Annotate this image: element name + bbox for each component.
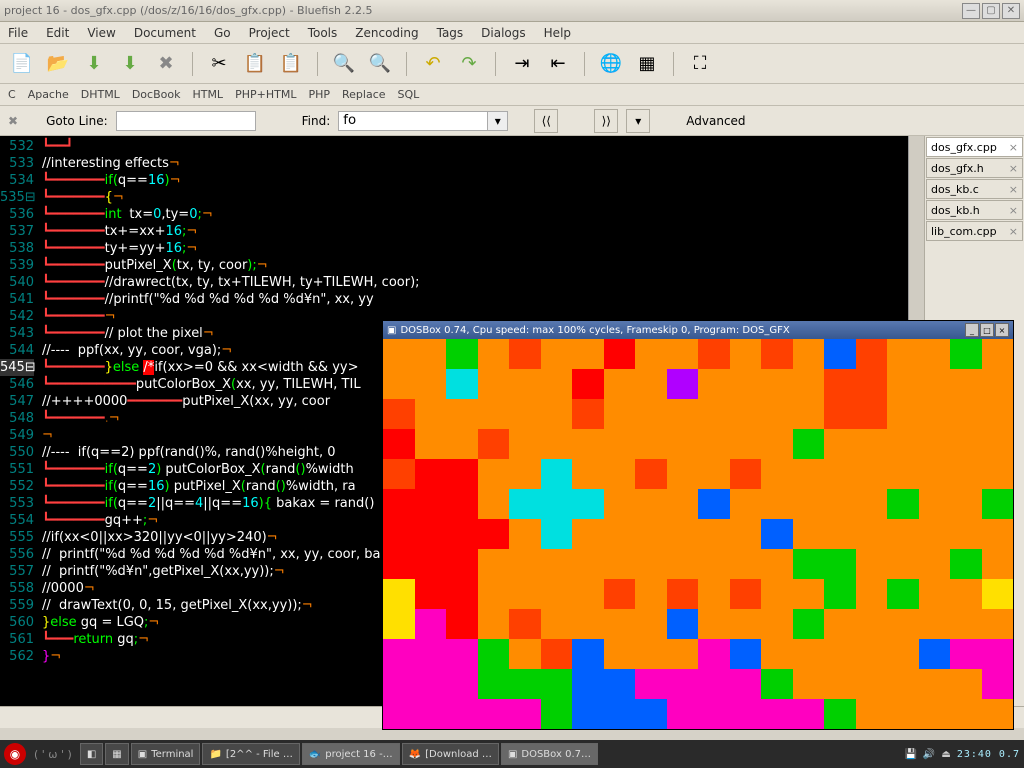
- close-tab-icon[interactable]: ×: [1009, 204, 1018, 217]
- copy-icon[interactable]: 📋: [241, 50, 269, 78]
- redo-icon[interactable]: ↷: [455, 50, 483, 78]
- language-bar: C Apache DHTML DocBook HTML PHP+HTML PHP…: [0, 84, 1024, 106]
- separator: [406, 52, 407, 76]
- globe-icon[interactable]: 🌐: [597, 50, 625, 78]
- undo-icon[interactable]: ↶: [419, 50, 447, 78]
- fullscreen-icon[interactable]: ⛶: [686, 50, 714, 78]
- face-text: ( ' ω ' ): [28, 748, 78, 761]
- lang-dhtml[interactable]: DHTML: [81, 88, 120, 101]
- tray-icon[interactable]: ◧: [80, 743, 103, 765]
- line-gutter: 532533534535⊟536537538539540541542543544…: [0, 136, 38, 706]
- separator: [673, 52, 674, 76]
- menu-dialogs[interactable]: Dialogs: [481, 26, 525, 40]
- clock: 23:40 0.7: [957, 749, 1020, 760]
- lang-php[interactable]: PHP: [308, 88, 330, 101]
- dosbox-window[interactable]: ▣ DOSBox 0.74, Cpu speed: max 100% cycle…: [382, 320, 1014, 730]
- find-dropdown-button[interactable]: ▾: [626, 109, 650, 133]
- close-findbar-icon[interactable]: ✖: [8, 114, 18, 128]
- new-file-icon[interactable]: 📄: [8, 50, 36, 78]
- start-button[interactable]: ◉: [4, 743, 26, 765]
- dosbox-titlebar[interactable]: ▣ DOSBox 0.74, Cpu speed: max 100% cycle…: [383, 321, 1013, 339]
- paste-icon[interactable]: 📋: [277, 50, 305, 78]
- lang-docbook[interactable]: DocBook: [132, 88, 181, 101]
- dosbox-icon: ▣: [387, 325, 396, 336]
- indent-icon[interactable]: ⇥: [508, 50, 536, 78]
- lang-replace[interactable]: Replace: [342, 88, 386, 101]
- task-file[interactable]: 📁 [2^^ - File …: [202, 743, 299, 765]
- dosbox-canvas: [383, 339, 1013, 729]
- goto-label: Goto Line:: [46, 114, 108, 128]
- dosbox-maximize[interactable]: □: [980, 323, 994, 337]
- cut-icon[interactable]: ✂: [205, 50, 233, 78]
- dosbox-title: DOSBox 0.74, Cpu speed: max 100% cycles,…: [400, 325, 965, 336]
- maximize-button[interactable]: ▢: [982, 3, 1000, 19]
- menu-file[interactable]: File: [8, 26, 28, 40]
- lang-phphtml[interactable]: PHP+HTML: [235, 88, 296, 101]
- find-next-button[interactable]: ⟩⟩: [594, 109, 618, 133]
- find-bar: ✖ Goto Line: Find: ▾ ⟨⟨ ⟩⟩ ▾ Advanced: [0, 106, 1024, 136]
- file-tab[interactable]: dos_gfx.cpp×: [926, 137, 1023, 157]
- find-label: Find:: [302, 114, 331, 128]
- close-tab-icon[interactable]: ×: [1009, 183, 1018, 196]
- menubar: File Edit View Document Go Project Tools…: [0, 22, 1024, 44]
- preview-icon[interactable]: ▦: [633, 50, 661, 78]
- separator: [495, 52, 496, 76]
- dosbox-close[interactable]: ×: [995, 323, 1009, 337]
- tray-icon[interactable]: 💾: [904, 749, 916, 760]
- file-tab[interactable]: dos_kb.h×: [926, 200, 1023, 220]
- lang-html[interactable]: HTML: [192, 88, 223, 101]
- lang-sql[interactable]: SQL: [398, 88, 420, 101]
- window-title: project 16 - dos_gfx.cpp (/dos/z/16/16/d…: [4, 4, 962, 17]
- find-dropdown-icon[interactable]: ▾: [488, 111, 508, 131]
- separator: [584, 52, 585, 76]
- task-dosbox[interactable]: ▣ DOSBox 0.7…: [501, 743, 598, 765]
- separator: [317, 52, 318, 76]
- file-tab[interactable]: dos_kb.c×: [926, 179, 1023, 199]
- toolbar: 📄 📂 ⬇ ⬇ ✖ ✂ 📋 📋 🔍 🔍 ↶ ↷ ⇥ ⇤ 🌐 ▦ ⛶: [0, 44, 1024, 84]
- system-tray: 💾 🔊 ⏏ 23:40 0.7: [904, 749, 1020, 760]
- file-tab[interactable]: dos_gfx.h×: [926, 158, 1023, 178]
- search-replace-icon[interactable]: 🔍: [366, 50, 394, 78]
- taskbar: ◉ ( ' ω ' ) ◧ ▦ ▣ Terminal 📁 [2^^ - File…: [0, 740, 1024, 768]
- find-prev-button[interactable]: ⟨⟨: [534, 109, 558, 133]
- menu-tools[interactable]: Tools: [308, 26, 338, 40]
- separator: [192, 52, 193, 76]
- close-button[interactable]: ✕: [1002, 3, 1020, 19]
- save-all-icon[interactable]: ⬇: [116, 50, 144, 78]
- save-icon[interactable]: ⬇: [80, 50, 108, 78]
- close-tab-icon[interactable]: ×: [1009, 162, 1018, 175]
- lang-c[interactable]: C: [8, 88, 16, 101]
- task-terminal[interactable]: ▣ Terminal: [131, 743, 201, 765]
- tray-icon[interactable]: ⏏: [941, 749, 950, 760]
- menu-help[interactable]: Help: [544, 26, 571, 40]
- open-file-icon[interactable]: 📂: [44, 50, 72, 78]
- tray-icon[interactable]: 🔊: [923, 749, 935, 760]
- task-firefox[interactable]: 🦊 [Download …: [402, 743, 499, 765]
- goto-input[interactable]: [116, 111, 256, 131]
- menu-zencoding[interactable]: Zencoding: [355, 26, 418, 40]
- outdent-icon[interactable]: ⇤: [544, 50, 572, 78]
- dosbox-minimize[interactable]: _: [965, 323, 979, 337]
- find-input[interactable]: [338, 111, 488, 131]
- menu-go[interactable]: Go: [214, 26, 231, 40]
- close-tab-icon[interactable]: ×: [1009, 225, 1018, 238]
- window-controls: — ▢ ✕: [962, 3, 1020, 19]
- menu-view[interactable]: View: [87, 26, 115, 40]
- search-icon[interactable]: 🔍: [330, 50, 358, 78]
- menu-project[interactable]: Project: [249, 26, 290, 40]
- close-tab-icon[interactable]: ×: [1009, 141, 1018, 154]
- tray-icon[interactable]: ▦: [105, 743, 128, 765]
- lang-apache[interactable]: Apache: [28, 88, 69, 101]
- menu-edit[interactable]: Edit: [46, 26, 69, 40]
- close-file-icon[interactable]: ✖: [152, 50, 180, 78]
- window-titlebar: project 16 - dos_gfx.cpp (/dos/z/16/16/d…: [0, 0, 1024, 22]
- menu-document[interactable]: Document: [134, 26, 196, 40]
- task-bluefish[interactable]: 🐟 project 16 -…: [302, 743, 400, 765]
- file-tab[interactable]: lib_com.cpp×: [926, 221, 1023, 241]
- minimize-button[interactable]: —: [962, 3, 980, 19]
- menu-tags[interactable]: Tags: [437, 26, 464, 40]
- advanced-link[interactable]: Advanced: [686, 114, 745, 128]
